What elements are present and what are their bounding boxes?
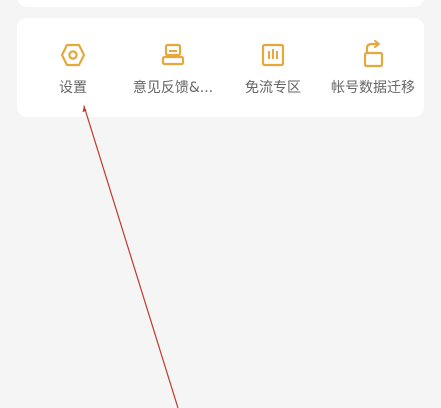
tool-label-settings: 设置 (59, 80, 87, 96)
top-card (17, 0, 424, 7)
tools-card: 设置 意见反馈&... 免流专区 帐号数据迁移 (17, 18, 424, 117)
feedback-icon (158, 40, 188, 70)
chart-box-icon (258, 40, 288, 70)
settings-hexagon-icon (58, 40, 88, 70)
tool-feedback[interactable]: 意见反馈&... (123, 40, 223, 102)
tool-settings[interactable]: 设置 (23, 40, 123, 102)
tool-label-freeflow: 免流专区 (245, 80, 301, 96)
migrate-lock-icon (358, 40, 388, 70)
tool-label-feedback: 意见反馈&... (132, 80, 214, 96)
page: 设置 意见反馈&... 免流专区 帐号数据迁移 (0, 0, 441, 408)
tool-label-migrate: 帐号数据迁移 (331, 80, 415, 96)
tool-freeflow[interactable]: 免流专区 (223, 40, 323, 102)
tool-migrate[interactable]: 帐号数据迁移 (323, 40, 423, 102)
